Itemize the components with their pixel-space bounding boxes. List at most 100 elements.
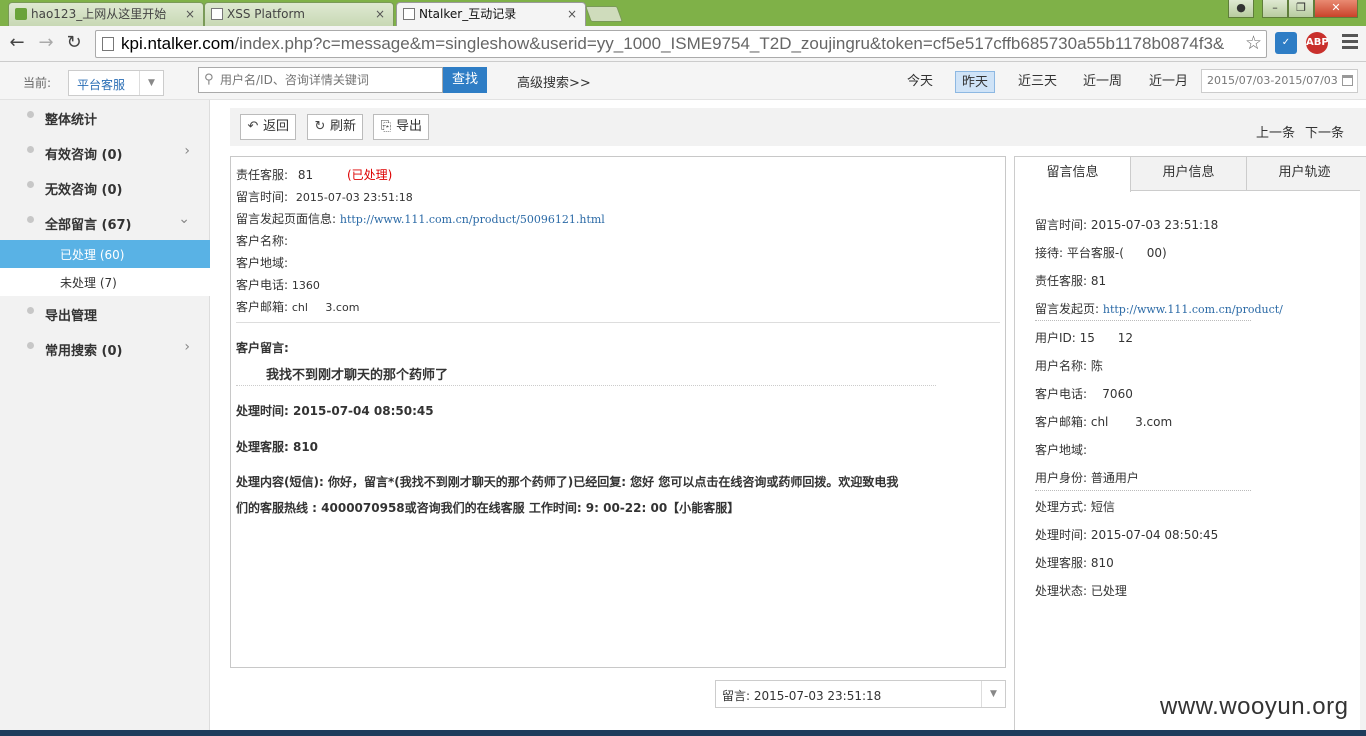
info-row: 客户电话: 7060	[1035, 387, 1133, 401]
app-header: 当前: 平台客服 ▼ ⚲ 查找 高级搜索>> 今天 昨天 近三天 近一周 近一月…	[0, 62, 1366, 100]
phone-row: 客户电话: 1360	[236, 276, 320, 293]
message-history-select[interactable]: 留言: 2015-07-03 23:51:18 ▼	[715, 680, 1006, 708]
sidebar-subitem-unprocessed[interactable]: 未处理 (7)	[0, 268, 210, 296]
tab-user-trail[interactable]: 用户轨迹	[1247, 157, 1363, 191]
watermark: www.wooyun.org	[1160, 693, 1349, 720]
tab-title: hao123_上网从这里开始	[31, 7, 167, 21]
chevron-down-icon: ▼	[139, 71, 163, 95]
refresh-button[interactable]: ↻ 刷新	[307, 114, 364, 140]
address-bar[interactable]: kpi.ntalker.com/index.php?c=message&m=si…	[95, 30, 1267, 58]
bullet-icon	[27, 111, 34, 118]
back-arrow-icon[interactable]: ←	[6, 32, 28, 54]
reply-line: 们的客服热线 : 4000070958或咨询我们的在线客服 工作时间: 9: 0…	[236, 501, 740, 515]
sidebar-item-valid-consult[interactable]: 有效咨询 (0) ›	[0, 135, 210, 170]
new-tab-button[interactable]	[585, 6, 623, 22]
handle-time: 处理时间: 2015-07-04 08:50:45	[236, 404, 434, 418]
info-row: 处理时间: 2015-07-04 08:50:45	[1035, 528, 1219, 542]
date-range-input[interactable]: 2015/07/03-2015/07/03	[1201, 69, 1358, 93]
date-tab-3days[interactable]: 近三天	[1012, 71, 1063, 93]
info-panel: 留言信息 用户信息 用户轨迹 留言时间: 2015-07-03 23:51:18…	[1014, 156, 1366, 736]
reply-content: 处理内容(短信): 你好，留言*(我找不到刚才聊天的那个药师了)已经回复: 您好…	[236, 469, 941, 521]
tab-close-icon[interactable]: ×	[185, 3, 195, 25]
user-icon[interactable]: ●	[1228, 0, 1254, 18]
phone-value: 1360	[291, 279, 320, 292]
extension-icon[interactable]: ✓	[1275, 32, 1297, 54]
sidebar-item-label: 常用搜索 (0)	[45, 344, 123, 359]
email-value: chl 3.com	[291, 301, 360, 314]
date-tab-month[interactable]: 近一月	[1143, 71, 1194, 93]
reply-line: 处理内容(短信): 你好，留言*(我找不到刚才聊天的那个药师了)已经回复: 您好…	[236, 475, 899, 489]
back-button[interactable]: ↶ 返回	[240, 114, 297, 140]
sidebar-item-overall-stats[interactable]: 整体统计	[0, 100, 210, 135]
minimize-button[interactable]: –	[1262, 0, 1288, 18]
info-tabs: 留言信息 用户信息 用户轨迹	[1015, 157, 1366, 192]
browser-tab-ntalker[interactable]: Ntalker_互动记录 ×	[396, 2, 586, 26]
sidebar-item-all-messages[interactable]: 全部留言 (67) ⌄	[0, 205, 210, 240]
info-row: 客户邮箱: chl 3.com	[1035, 415, 1173, 429]
close-window-button[interactable]: ✕	[1314, 0, 1358, 18]
date-tab-today[interactable]: 今天	[901, 71, 939, 93]
message-label: 客户留言:	[236, 341, 289, 355]
sidebar: 整体统计 有效咨询 (0) › 无效咨询 (0) 全部留言 (67) ⌄ 已处理…	[0, 100, 210, 736]
field-label: 责任客服:	[236, 168, 289, 182]
hao123-favicon-icon	[15, 8, 27, 20]
page-link[interactable]: http://www.111.com.cn/product/50096121.h…	[340, 213, 605, 226]
calendar-icon[interactable]	[1342, 75, 1353, 86]
page-favicon-icon	[403, 8, 415, 20]
divider	[236, 322, 1000, 323]
sidebar-item-label: 整体统计	[45, 113, 98, 128]
forward-arrow-icon[interactable]: →	[35, 32, 57, 54]
field-label: 客户电话:	[236, 278, 289, 292]
tab-user-info[interactable]: 用户信息	[1131, 157, 1247, 191]
browser-menu-icon[interactable]	[1342, 34, 1358, 52]
sidebar-item-label: 导出管理	[45, 309, 98, 324]
export-label: 导出	[396, 119, 423, 134]
divider	[1035, 320, 1251, 321]
date-tab-week[interactable]: 近一周	[1077, 71, 1128, 93]
chevron-right-icon: ›	[184, 339, 190, 355]
time-row: 留言时间: 2015-07-03 23:51:18	[236, 188, 413, 205]
tab-message-info[interactable]: 留言信息	[1015, 157, 1131, 192]
message-detail-panel: 责任客服: 81 (已处理) 留言时间: 2015-07-03 23:51:18…	[230, 156, 1006, 668]
prev-record-link[interactable]: 上一条	[1256, 122, 1295, 141]
reload-icon[interactable]: ↻	[63, 32, 85, 54]
scope-select[interactable]: 平台客服 ▼	[68, 70, 164, 96]
email-row: 客户邮箱: chl 3.com	[236, 298, 359, 315]
info-row: 接待: 平台客服-( 00)	[1035, 246, 1167, 260]
field-label: 客户邮箱:	[236, 300, 289, 314]
date-range-value: 2015/07/03-2015/07/03	[1207, 74, 1338, 87]
page-link[interactable]: http://www.111.com.cn/product/	[1103, 303, 1283, 316]
info-row: 处理客服: 810	[1035, 556, 1114, 570]
adblock-plus-icon[interactable]: ABP	[1306, 32, 1329, 54]
next-record-link[interactable]: 下一条	[1305, 122, 1344, 141]
sidebar-item-invalid-consult[interactable]: 无效咨询 (0)	[0, 170, 210, 205]
info-row: 处理状态: 已处理	[1035, 584, 1127, 598]
field-label: 客户名称:	[236, 234, 289, 248]
tab-close-icon[interactable]: ×	[567, 3, 577, 25]
advanced-search-link[interactable]: 高级搜索>>	[517, 72, 591, 91]
info-row: 处理方式: 短信	[1035, 500, 1115, 514]
bookmark-star-icon[interactable]: ☆	[1245, 32, 1262, 54]
sidebar-item-export-manage[interactable]: 导出管理	[0, 296, 210, 331]
restore-button[interactable]: ❐	[1288, 0, 1314, 18]
browser-tab-hao123[interactable]: hao123_上网从这里开始 ×	[8, 2, 204, 26]
page-icon	[102, 37, 114, 51]
browser-titlebar: hao123_上网从这里开始 × XSS Platform × Ntalker_…	[0, 0, 1366, 26]
search-box[interactable]: ⚲	[198, 67, 443, 93]
search-input[interactable]	[220, 71, 438, 89]
bullet-icon	[27, 181, 34, 188]
url-path: /index.php?c=message&m=singleshow&userid…	[234, 34, 1225, 53]
url-text: kpi.ntalker.com/index.php?c=message&m=si…	[121, 34, 1241, 54]
tab-close-icon[interactable]: ×	[375, 3, 385, 25]
browser-tab-xss[interactable]: XSS Platform ×	[204, 2, 394, 26]
refresh-icon: ↻	[314, 119, 326, 134]
sidebar-item-saved-search[interactable]: 常用搜索 (0) ›	[0, 331, 210, 366]
date-tab-yesterday[interactable]: 昨天	[955, 71, 996, 93]
export-icon: ⎘	[380, 119, 392, 134]
scrollbar[interactable]	[1360, 157, 1366, 736]
export-button[interactable]: ⎘ 导出	[373, 114, 430, 140]
sidebar-subitem-processed[interactable]: 已处理 (60)	[0, 240, 210, 268]
info-label: 留言发起页:	[1035, 302, 1103, 316]
back-label: 返回	[263, 119, 290, 134]
search-button[interactable]: 查找	[443, 67, 487, 93]
